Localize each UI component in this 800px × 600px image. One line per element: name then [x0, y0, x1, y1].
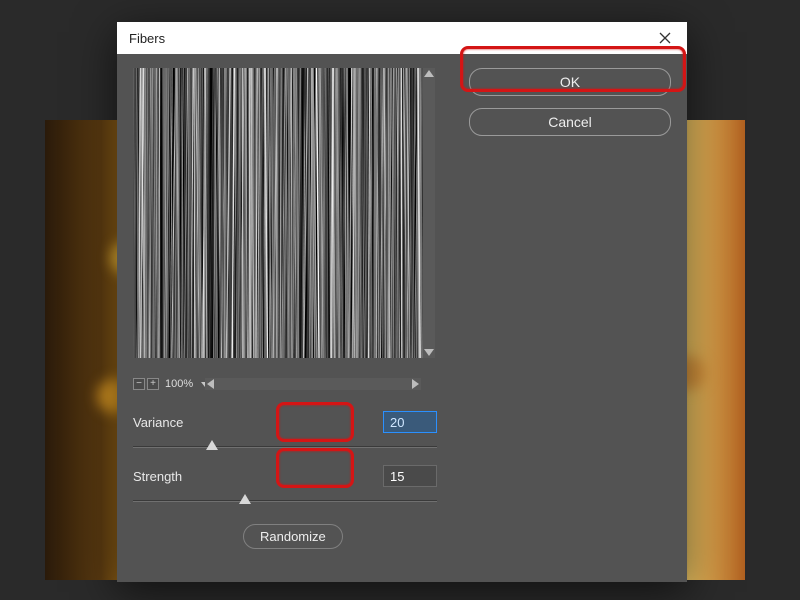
scroll-down-icon[interactable] [424, 349, 434, 356]
preview-vertical-scrollbar[interactable] [423, 68, 435, 358]
dialog-title: Fibers [129, 31, 165, 46]
scroll-left-icon[interactable] [207, 379, 214, 389]
variance-slider[interactable] [133, 438, 437, 454]
dialog-buttons: OK Cancel [469, 68, 671, 148]
zoom-in-button[interactable]: + [147, 378, 159, 390]
cancel-button[interactable]: Cancel [469, 108, 671, 136]
preview-horizontal-scrollbar[interactable] [205, 378, 421, 390]
parameter-controls: Variance 20 Strength 15 Randomize [133, 410, 437, 549]
zoom-level: 100% [161, 378, 197, 390]
scroll-up-icon[interactable] [424, 70, 434, 77]
zoom-out-button[interactable]: − [133, 378, 145, 390]
variance-label: Variance [133, 415, 253, 430]
variance-slider-thumb[interactable] [206, 440, 218, 450]
strength-slider[interactable] [133, 492, 437, 508]
strength-field[interactable]: 15 [383, 465, 437, 487]
preview-canvas[interactable] [133, 68, 423, 358]
randomize-button[interactable]: Randomize [243, 524, 343, 549]
strength-slider-thumb[interactable] [239, 494, 251, 504]
variance-field[interactable]: 20 [383, 411, 437, 433]
preview-area: − + 100% [133, 68, 435, 390]
zoom-controls: − + 100% [133, 378, 209, 390]
titlebar: Fibers [117, 22, 687, 54]
strength-label: Strength [133, 469, 253, 484]
ok-button[interactable]: OK [469, 68, 671, 96]
close-icon[interactable] [653, 26, 677, 50]
fibers-dialog: Fibers − + 100% [117, 22, 687, 582]
scroll-right-icon[interactable] [412, 379, 419, 389]
